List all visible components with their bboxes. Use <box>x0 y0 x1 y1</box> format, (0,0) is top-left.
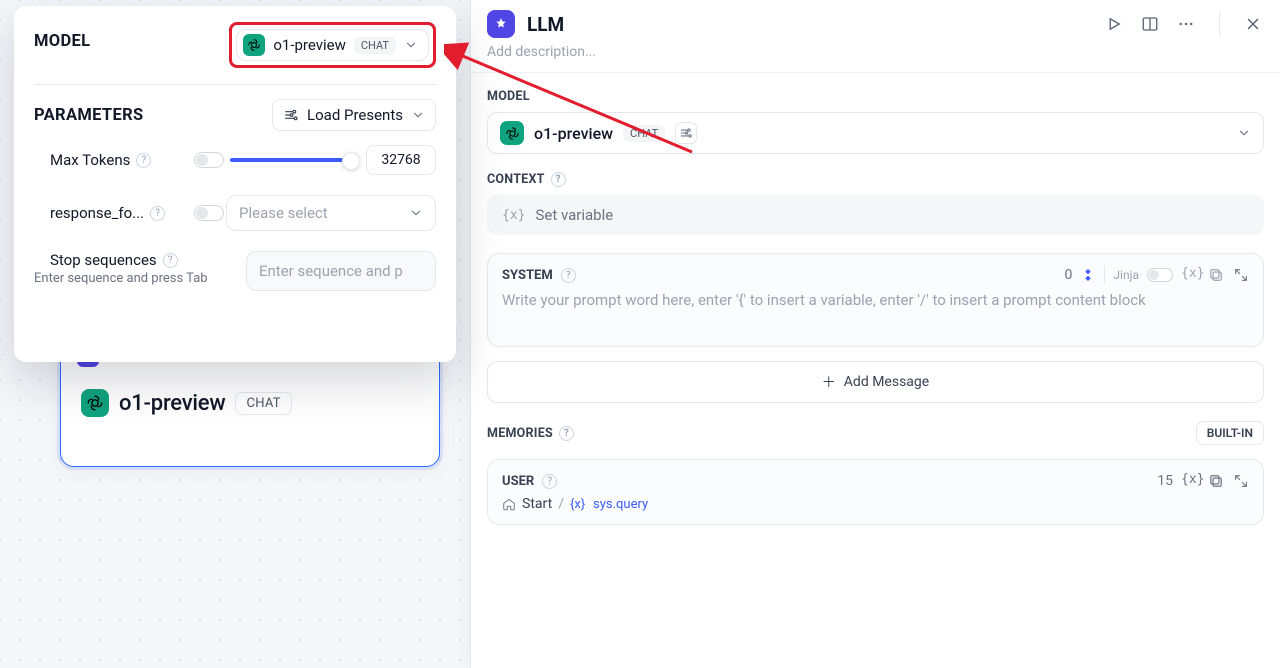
expand-button[interactable] <box>1233 267 1249 283</box>
plus-icon: ＋ <box>822 372 836 392</box>
panel-toggle-button[interactable] <box>1141 15 1159 33</box>
chevron-down-icon <box>409 206 423 220</box>
system-prompt-card: SYSTEM ? 0 Jinja {x} Write your prompt w… <box>487 253 1264 347</box>
help-icon[interactable]: ? <box>551 172 566 187</box>
max-tokens-slider[interactable] <box>230 158 352 162</box>
model-dropdown-name: o1-preview <box>273 36 346 54</box>
chevron-down-icon <box>1237 126 1251 140</box>
node-model-name: o1-preview <box>119 391 225 416</box>
node-title-input[interactable] <box>525 12 725 37</box>
stop-sequences-hint: Enter sequence and press Tab <box>34 271 234 287</box>
model-selector[interactable]: o1-preview CHAT <box>487 112 1264 154</box>
user-token-count: 15 <box>1157 473 1173 489</box>
system-token-count: 0 <box>1065 267 1073 283</box>
memories-section-label: MEMORIES? <box>487 426 574 441</box>
user-heading: USER <box>502 474 534 489</box>
node-model-pill: CHAT <box>235 392 291 415</box>
model-type-pill: CHAT <box>623 125 665 142</box>
load-presets-button[interactable]: Load Presents <box>272 99 436 131</box>
copy-button[interactable] <box>1207 266 1225 284</box>
param-response-format: response_fo...? Please select <box>34 195 436 231</box>
help-icon[interactable]: ? <box>163 253 178 268</box>
openai-icon <box>81 389 109 417</box>
help-icon[interactable]: ? <box>150 206 165 221</box>
user-prompt-content[interactable]: Start / {x} sys.query <box>502 496 1249 512</box>
chevron-down-icon <box>404 38 418 52</box>
expand-button[interactable] <box>1233 473 1249 489</box>
param-max-tokens: Max Tokens? 32768 <box>34 145 436 175</box>
openai-icon <box>500 121 524 145</box>
model-dropdown[interactable]: o1-preview CHAT <box>236 29 429 61</box>
response-format-toggle[interactable] <box>194 205 224 221</box>
node-config-panel: Add description... MODEL o1-preview CHAT… <box>470 0 1280 668</box>
system-heading: SYSTEM <box>502 268 553 283</box>
description-input[interactable]: Add description... <box>471 44 1280 73</box>
insert-variable-button[interactable]: {x} <box>1181 266 1199 284</box>
ai-generate-icon[interactable] <box>1080 267 1096 283</box>
set-variable-button[interactable]: {x} Set variable <box>487 195 1264 235</box>
help-icon[interactable]: ? <box>559 426 574 441</box>
max-tokens-toggle[interactable] <box>194 152 224 168</box>
help-icon[interactable]: ? <box>136 153 151 168</box>
memories-builtin-pill: BUILT-IN <box>1196 421 1264 445</box>
model-section-label: MODEL <box>487 89 1264 104</box>
parameters-heading: PARAMETERS <box>34 106 143 125</box>
context-section-label: CONTEXT? <box>487 172 1264 187</box>
model-dropdown-pill: CHAT <box>354 37 396 54</box>
home-icon <box>502 497 516 511</box>
user-prompt-card: USER ? 15 {x} Start / {x} sys.query <box>487 459 1264 525</box>
model-settings-button[interactable] <box>675 122 697 144</box>
highlight-annotation: o1-preview CHAT <box>229 22 436 68</box>
max-tokens-label: Max Tokens <box>50 151 130 169</box>
help-icon[interactable]: ? <box>561 268 576 283</box>
more-menu-button[interactable] <box>1177 15 1195 33</box>
add-message-button[interactable]: ＋ Add Message <box>487 361 1264 403</box>
jinja-label: Jinja <box>1113 268 1139 282</box>
braces-icon: {x} <box>502 208 525 223</box>
run-button[interactable] <box>1105 15 1123 33</box>
copy-button[interactable] <box>1207 472 1225 490</box>
param-stop-sequences: Stop sequences? Enter sequence and press… <box>34 251 436 291</box>
response-format-select[interactable]: Please select <box>226 195 436 231</box>
system-prompt-input[interactable]: Write your prompt word here, enter '{' t… <box>502 290 1249 334</box>
llm-badge-icon <box>487 10 515 38</box>
help-icon[interactable]: ? <box>542 474 557 489</box>
model-heading: MODEL <box>34 32 90 51</box>
divider <box>1219 13 1220 35</box>
response-format-label: response_fo... <box>50 204 144 222</box>
jinja-toggle[interactable] <box>1147 268 1173 282</box>
stop-sequences-input[interactable]: Enter sequence and p <box>246 251 436 291</box>
close-panel-button[interactable] <box>1244 15 1262 33</box>
max-tokens-value[interactable]: 32768 <box>366 145 436 175</box>
openai-icon <box>243 34 265 56</box>
model-name: o1-preview <box>534 124 613 143</box>
chevron-down-icon <box>411 108 425 122</box>
insert-variable-button[interactable]: {x} <box>1181 472 1199 490</box>
stop-sequences-label: Stop sequences <box>50 251 157 269</box>
model-config-popover: MODEL o1-preview CHAT PARAMETERS Load Pr… <box>14 6 456 362</box>
start-node-ref: Start <box>522 496 552 512</box>
